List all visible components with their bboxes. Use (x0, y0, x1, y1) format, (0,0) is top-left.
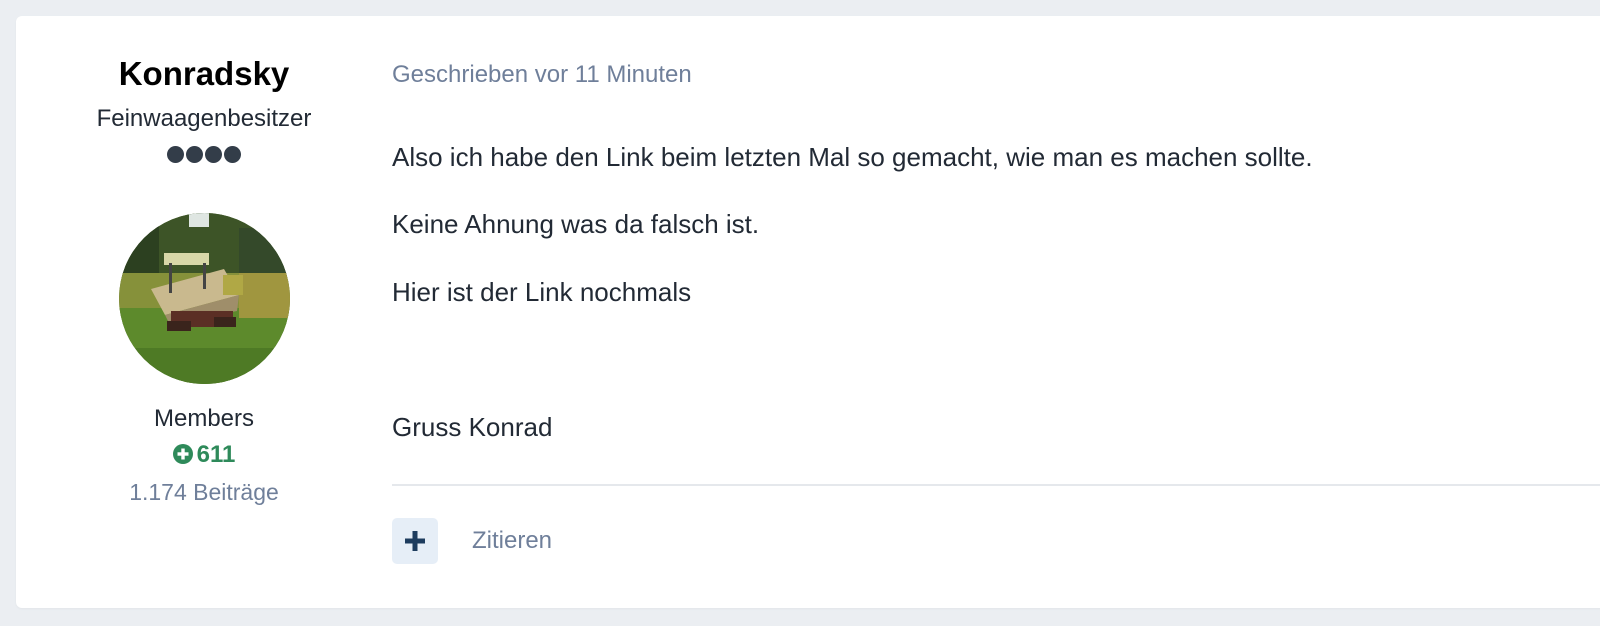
post-content: Geschrieben vor 11 Minuten Also ich habe… (392, 16, 1600, 608)
author-name[interactable]: Konradsky (16, 52, 392, 96)
post-card: Konradsky Feinwaagenbesitzer Members 611… (16, 16, 1600, 608)
divider (392, 484, 1600, 486)
post-date[interactable]: Geschrieben vor 11 Minuten (392, 60, 692, 90)
rank-pip (205, 146, 222, 163)
reputation-badge[interactable]: 611 (16, 440, 392, 470)
post-signature: Gruss Konrad (392, 412, 553, 442)
plus-icon (405, 531, 425, 551)
post-paragraph: Also ich habe den Link beim letzten Mal … (392, 142, 1313, 172)
rank-pip (186, 146, 203, 163)
author-panel: Konradsky Feinwaagenbesitzer Members 611… (16, 16, 392, 608)
post-paragraph: Keine Ahnung was da falsch ist. (392, 209, 760, 239)
plus-circle-icon (172, 444, 193, 464)
react-button[interactable] (392, 518, 438, 564)
post-count[interactable]: 1.174 Beiträge (16, 477, 392, 507)
author-group: Members (153, 405, 255, 432)
rank-pip (167, 146, 184, 163)
post-paragraph: Hier ist der Link nochmals (392, 277, 692, 307)
reputation-value: 611 (196, 441, 236, 468)
rank-pip (224, 146, 241, 163)
author-rank: Feinwaagenbesitzer (96, 105, 312, 132)
avatar[interactable] (119, 213, 290, 384)
quote-button[interactable]: Zitieren (472, 526, 552, 556)
rank-pips (16, 146, 392, 166)
